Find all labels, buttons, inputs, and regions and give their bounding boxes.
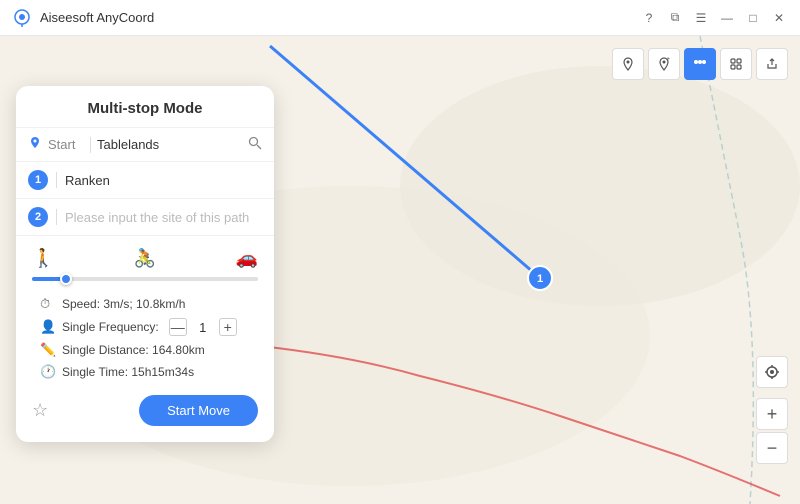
- distance-value: Single Distance: 164.80km: [62, 343, 205, 357]
- menu-button[interactable]: ☰: [692, 9, 710, 27]
- minimize-button[interactable]: —: [718, 9, 736, 27]
- zoom-out-button[interactable]: −: [756, 432, 788, 464]
- window-controls: ? ⧉ ☰ — □ ✕: [640, 9, 788, 27]
- start-move-button[interactable]: Start Move: [139, 395, 258, 426]
- multi-stop-button[interactable]: [684, 48, 716, 80]
- time-value: Single Time: 15h15m34s: [62, 365, 194, 379]
- restore-button[interactable]: ⧉: [666, 9, 684, 27]
- location-pin-button[interactable]: [612, 48, 644, 80]
- transport-icons: 🚶 🚴 🚗: [28, 248, 262, 269]
- start-value: Tablelands: [97, 137, 242, 152]
- speed-value: Speed: 3m/s; 10.8km/h: [62, 297, 185, 311]
- close-button[interactable]: ✕: [770, 9, 788, 27]
- distance-row: ✏️ Single Distance: 164.80km: [28, 339, 262, 361]
- speed-info-row: ⏱ Speed: 3m/s; 10.8km/h: [28, 293, 262, 315]
- frequency-decrease-button[interactable]: —: [169, 318, 187, 336]
- panel-actions: ☆ Start Move: [16, 383, 274, 426]
- speed-slider[interactable]: [32, 277, 258, 281]
- frequency-icon: 👤: [40, 319, 56, 335]
- jump-teleport-button[interactable]: [720, 48, 752, 80]
- car-icon[interactable]: 🚗: [236, 248, 258, 269]
- app-logo: [12, 8, 32, 28]
- bike-icon[interactable]: 🚴: [134, 248, 156, 269]
- speed-slider-thumb: [60, 273, 72, 285]
- distance-icon: ✏️: [40, 342, 56, 358]
- start-label: Start: [48, 137, 84, 152]
- my-location-button[interactable]: [756, 356, 788, 388]
- zoom-in-button[interactable]: +: [756, 398, 788, 430]
- waypoint-2-number: 2: [28, 207, 48, 227]
- frequency-label: Single Frequency:: [62, 320, 159, 334]
- svg-text:1: 1: [537, 273, 543, 285]
- waypoint-2-placeholder: Please input the site of this path: [65, 210, 262, 225]
- waypoint-1-value: Ranken: [65, 173, 262, 188]
- multi-stop-panel: Multi-stop Mode Start Tablelands 1: [16, 86, 274, 442]
- start-field[interactable]: Start Tablelands: [16, 128, 274, 162]
- time-row: 🕐 Single Time: 15h15m34s: [28, 361, 262, 383]
- frequency-controls: — 1 +: [169, 318, 237, 336]
- maximize-button[interactable]: □: [744, 9, 762, 27]
- help-button[interactable]: ?: [640, 9, 658, 27]
- waypoint-1[interactable]: 1 Ranken: [16, 162, 274, 199]
- export-button[interactable]: [756, 48, 788, 80]
- time-icon: 🕐: [40, 364, 56, 380]
- frequency-value: 1: [195, 320, 211, 335]
- map-container[interactable]: 1 +: [0, 36, 800, 504]
- title-bar: Aiseesoft AnyCoord ? ⧉ ☰ — □ ✕: [0, 0, 800, 36]
- favorite-button[interactable]: ☆: [32, 400, 48, 421]
- speed-icon: ⏱: [40, 296, 56, 312]
- speed-section: 🚶 🚴 🚗 ⏱ Speed: 3m/s; 10.8km/h 👤 Single F…: [16, 236, 274, 383]
- map-toolbar: +: [612, 48, 788, 80]
- waypoint-1-number: 1: [28, 170, 48, 190]
- walk-icon[interactable]: 🚶: [32, 248, 54, 269]
- add-location-button[interactable]: +: [648, 48, 680, 80]
- frequency-row: 👤 Single Frequency: — 1 +: [28, 315, 262, 339]
- waypoint-2[interactable]: 2 Please input the site of this path: [16, 199, 274, 236]
- start-location-icon: [28, 136, 42, 153]
- svg-text:+: +: [666, 57, 670, 63]
- start-search-icon[interactable]: [248, 136, 262, 153]
- app-title: Aiseesoft AnyCoord: [40, 10, 640, 25]
- panel-title: Multi-stop Mode: [16, 86, 274, 128]
- map-zoom-controls: + −: [756, 356, 788, 464]
- frequency-increase-button[interactable]: +: [219, 318, 237, 336]
